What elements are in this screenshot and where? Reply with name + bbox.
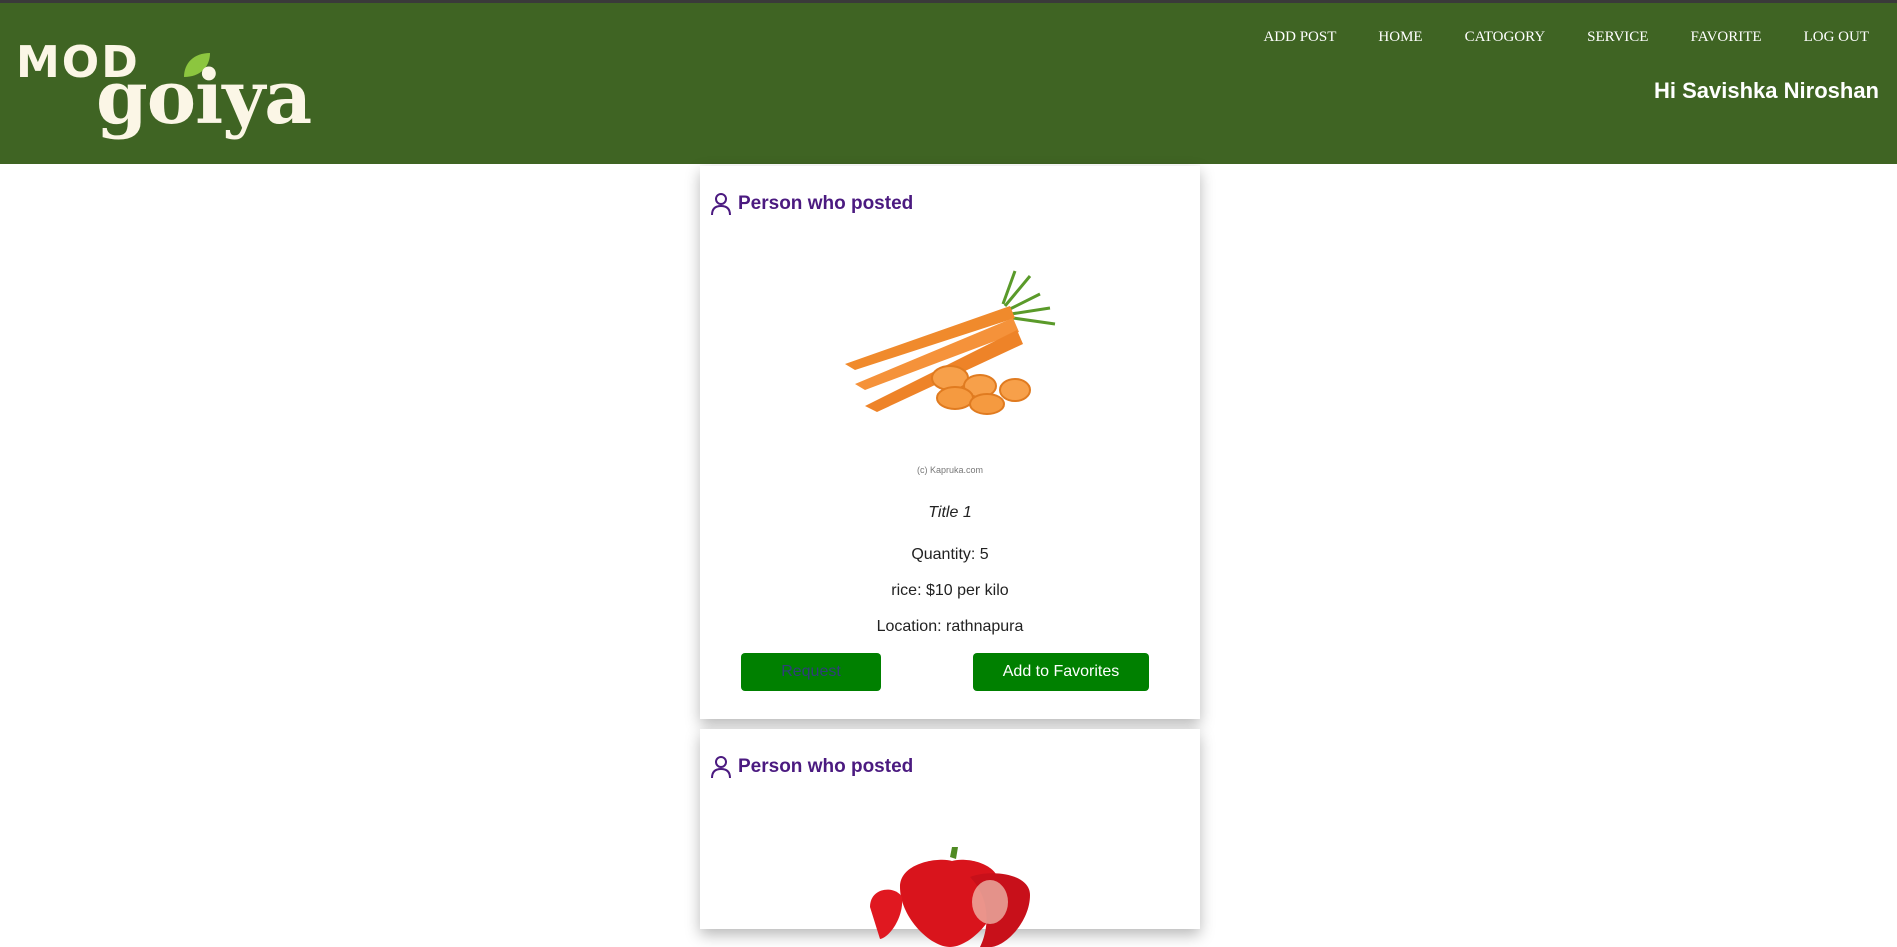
request-button[interactable]: Request: [741, 653, 881, 691]
post-location: Location: rathnapura: [876, 618, 1024, 635]
image-watermark: (c) Kapruka.com: [916, 465, 984, 475]
user-greeting: Hi Savishka Niroshan: [1654, 78, 1879, 103]
post-card: Person who posted (c) Kapruka.com Title …: [700, 166, 1200, 719]
user-icon: [711, 193, 731, 216]
nav-category[interactable]: CATOGORY: [1465, 29, 1546, 46]
site-logo[interactable]: MOD goiya: [16, 31, 312, 151]
post-author: Person who posted: [710, 192, 913, 216]
main-nav: ADD POST HOME CATOGORY SERVICE FAVORITE …: [1221, 29, 1869, 46]
post-title: Title 1: [928, 504, 972, 521]
red-bell-pepper-image: [870, 847, 1030, 947]
nav-add-post[interactable]: ADD POST: [1263, 29, 1336, 46]
post-price: rice: $10 per kilo: [891, 582, 1009, 599]
logo-goiya-text: goiya: [96, 55, 312, 141]
nav-favorite[interactable]: FAVORITE: [1690, 29, 1761, 46]
nav-service[interactable]: SERVICE: [1587, 29, 1648, 46]
nav-home[interactable]: HOME: [1378, 29, 1422, 46]
nav-log-out[interactable]: LOG OUT: [1804, 29, 1869, 46]
post-card: Person who posted: [700, 729, 1200, 947]
post-author-name: Person who posted: [738, 193, 914, 214]
carrot-image: [845, 270, 1056, 415]
post-author-name: Person who posted: [738, 756, 914, 777]
post-author: Person who posted: [710, 755, 913, 779]
user-icon: [711, 756, 731, 779]
site-header: MOD goiya ADD POST HOME CATOGORY SERVICE…: [0, 3, 1897, 164]
post-quantity: Quantity: 5: [911, 546, 989, 563]
add-to-favorites-button[interactable]: Add to Favorites: [973, 653, 1149, 691]
